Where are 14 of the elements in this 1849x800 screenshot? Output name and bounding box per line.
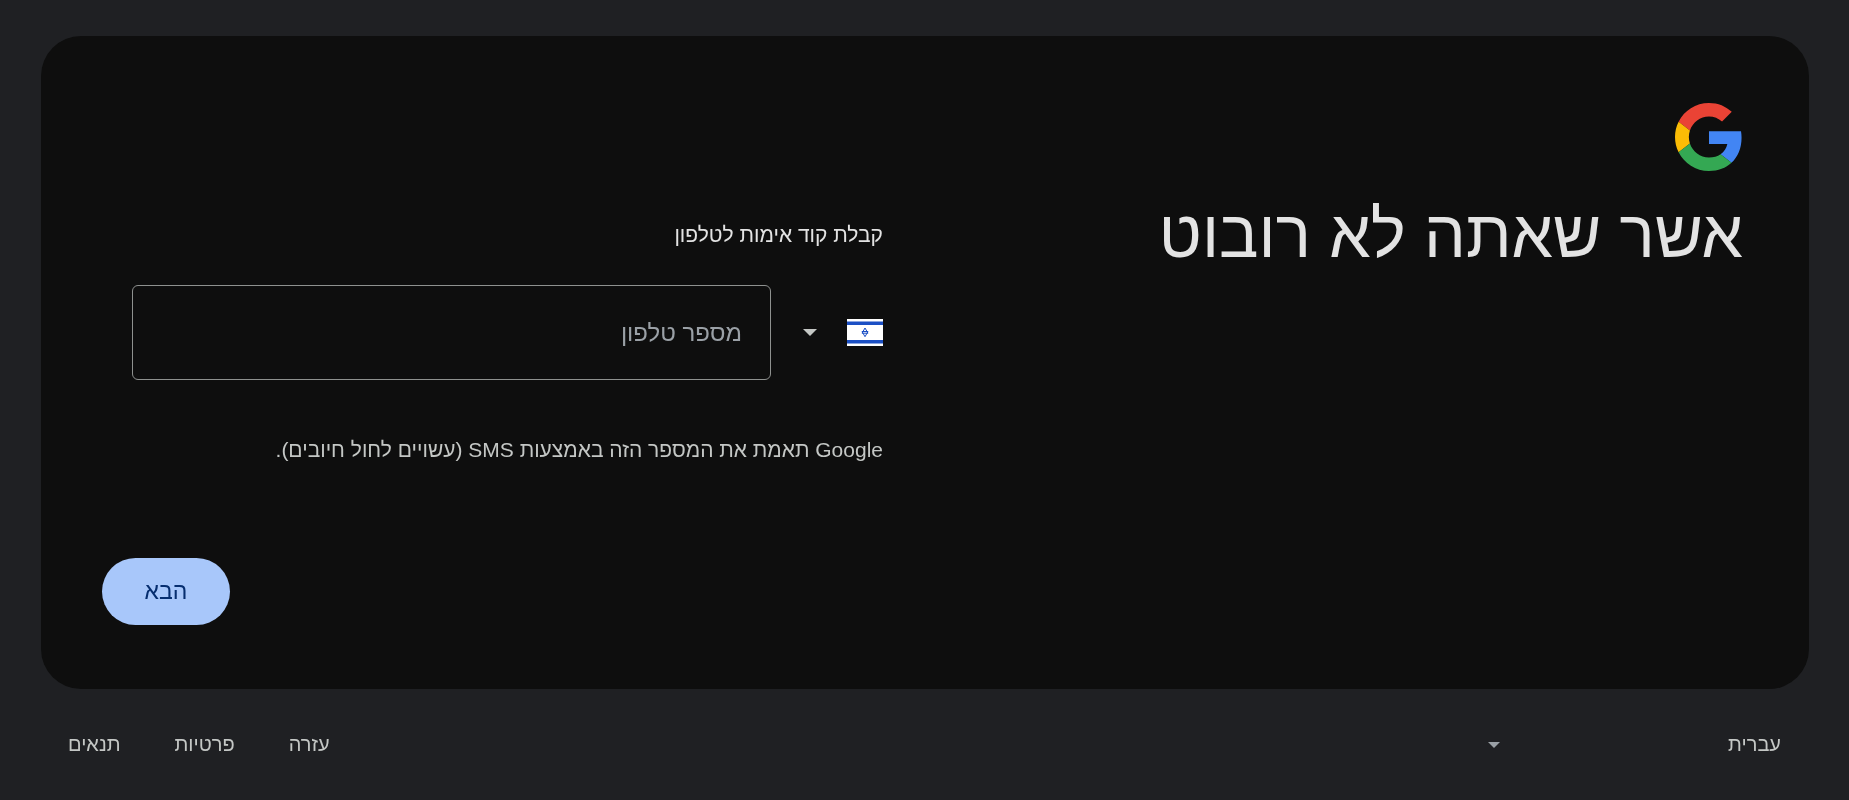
google-logo-icon — [1675, 103, 1743, 171]
footer-link[interactable]: תנאים — [68, 733, 121, 756]
phone-number-field[interactable]: מספר טלפון — [132, 285, 771, 380]
flag-icon — [847, 319, 883, 346]
language-selector[interactable]: עברית — [1488, 733, 1781, 756]
footer-link[interactable]: עזרה — [288, 733, 330, 756]
dropdown-caret-icon — [803, 329, 817, 336]
dropdown-caret-icon — [1488, 741, 1501, 748]
next-button[interactable]: הבא — [102, 558, 230, 625]
section-label: קבלת קוד אימות לטלפון — [674, 223, 883, 247]
page-title: אשר שאתה לא רובוט — [1158, 196, 1743, 273]
country-selector[interactable] — [803, 319, 883, 346]
footer-link[interactable]: פרטיות — [174, 733, 235, 756]
help-text: Google תאמת את המספר הזה באמצעות SMS (עשויים לחול חיובים). — [275, 438, 883, 462]
